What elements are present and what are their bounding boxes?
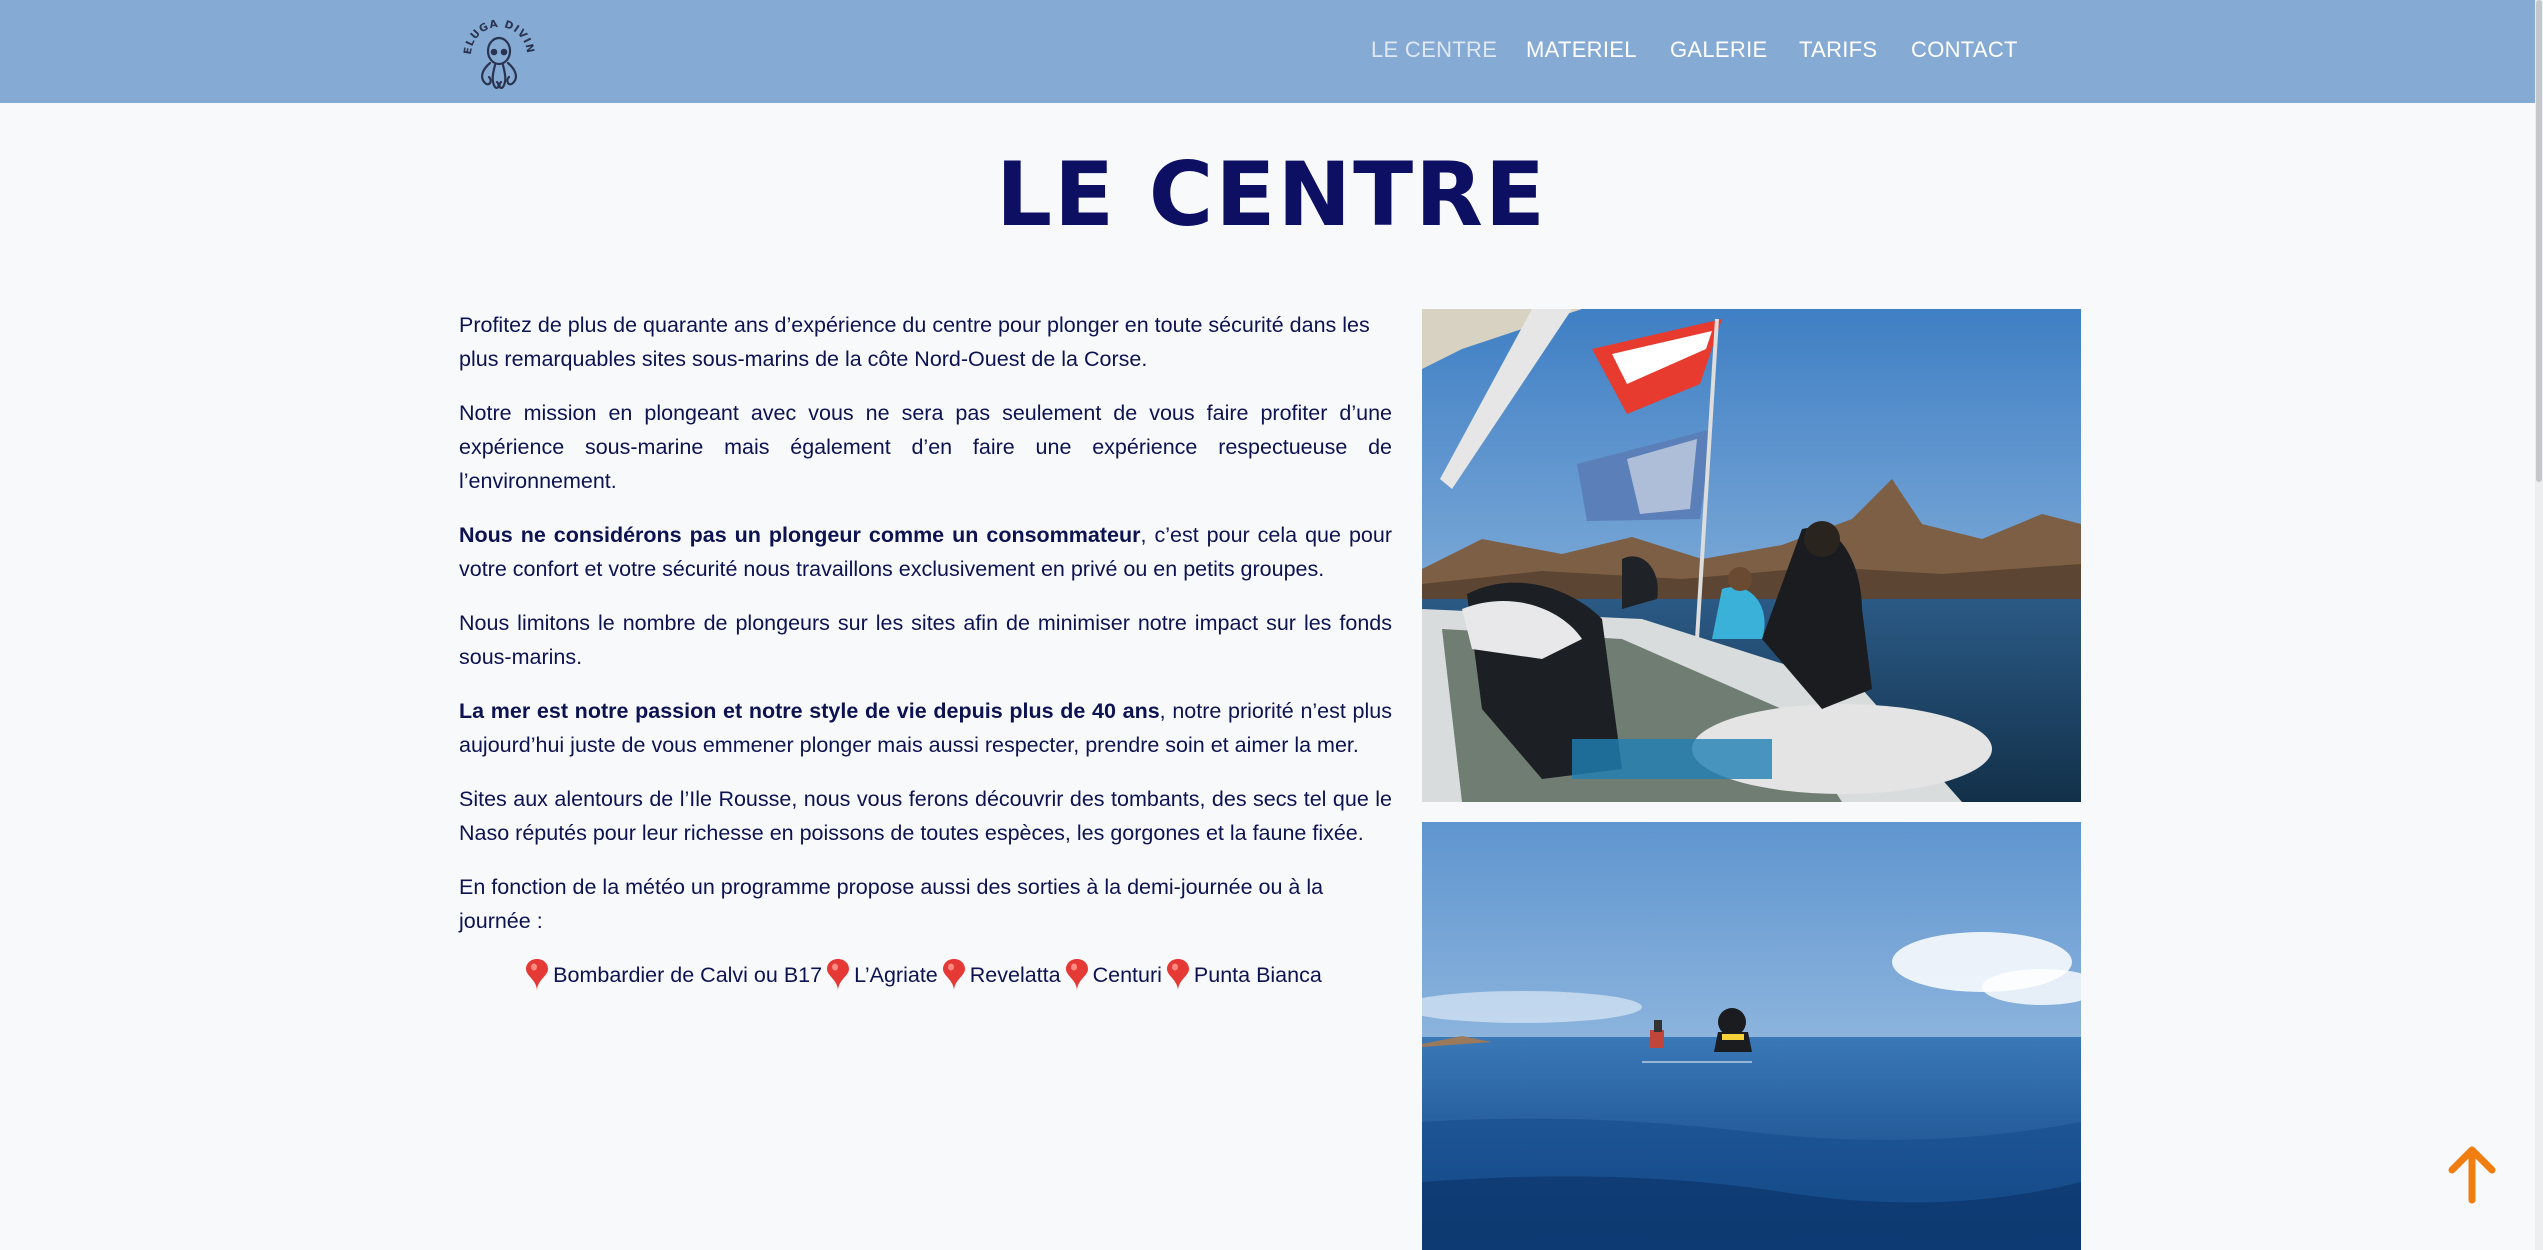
paragraph-limit-divers: Nous limitons le nombre de plongeurs sur…	[459, 611, 1392, 669]
paragraph-private-groups: Nous ne considérons pas un plongeur comm…	[459, 518, 1392, 586]
site-revelatta: Revelatta	[942, 958, 1061, 992]
paragraph-mission: Notre mission en plongeant avec vous ne …	[459, 401, 1392, 493]
site-label: L’Agriate	[854, 963, 938, 987]
svg-text:BELUGA DIVING: BELUGA DIVING	[457, 11, 536, 55]
arrow-up-icon	[2448, 1146, 2496, 1204]
nav-le-centre[interactable]: LE CENTRE	[1371, 36, 1497, 64]
map-pin-icon	[1065, 959, 1088, 991]
page-scrollbar[interactable]	[2535, 0, 2543, 1250]
boat-divers-photo	[1422, 309, 2081, 802]
site-punta-bianca: Punta Bianca	[1166, 958, 1322, 992]
site-label: Bombardier de Calvi ou B17	[553, 963, 823, 987]
paragraph-private-groups-bold: Nous ne considérons pas un plongeur comm…	[459, 523, 1141, 547]
site-agriate: L’Agriate	[826, 958, 938, 992]
paragraph-passion-bold: La mer est notre passion et notre style …	[459, 699, 1160, 723]
back-to-top-button[interactable]	[2444, 1144, 2500, 1204]
diver-surface-photo	[1422, 822, 2081, 1250]
nav-galerie[interactable]: GALERIE	[1670, 36, 1767, 64]
site-bombardier: Bombardier de Calvi ou B17	[525, 958, 822, 992]
site-label: Punta Bianca	[1193, 963, 1322, 987]
site-centuri: Centuri	[1065, 958, 1162, 992]
nav-contact[interactable]: CONTACT	[1911, 36, 2018, 64]
scrollbar-thumb[interactable]	[2536, 0, 2542, 482]
paragraph-passion: La mer est notre passion et notre style …	[459, 694, 1392, 762]
dive-sites-list: Bombardier de Calvi ou B17 L’Agriate Rev…	[459, 958, 1392, 992]
map-pin-icon	[827, 959, 850, 991]
site-label: Centuri	[1092, 963, 1162, 987]
logo-text: BELUGA DIVING	[452, 2, 535, 55]
site-label: Revelatta	[969, 963, 1061, 987]
map-pin-icon	[1166, 959, 1189, 991]
page-title: LE CENTRE	[995, 143, 1548, 246]
nav-materiel[interactable]: MATERIEL	[1526, 36, 1637, 64]
beluga-diving-logo[interactable]: BELUGA DIVING	[452, 2, 541, 93]
site-header: BELUGA DIVING LE CENTRE MATERIEL GALERIE…	[0, 0, 2543, 103]
paragraph-program: En fonction de la météo un programme pro…	[459, 875, 1324, 933]
paragraph-sites: Sites aux alentours de l’Ile Rousse, nou…	[459, 787, 1392, 845]
nav-tarifs[interactable]: TARIFS	[1799, 36, 1877, 64]
map-pin-icon	[942, 959, 965, 991]
intro-text: Profitez de plus de quarante ans d’expér…	[459, 308, 1392, 992]
map-pin-icon	[526, 959, 549, 991]
paragraph-experience: Profitez de plus de quarante ans d’expér…	[459, 313, 1370, 371]
